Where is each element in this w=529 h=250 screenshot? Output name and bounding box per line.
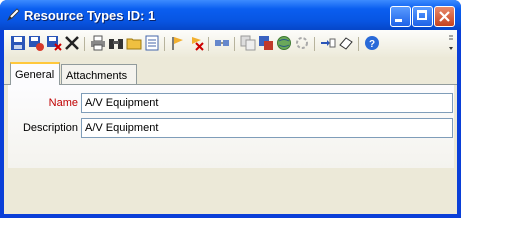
open-folder-icon[interactable] [126,35,142,51]
maximize-icon [417,10,427,20]
delete-icon[interactable] [64,35,80,51]
flag-icon[interactable] [170,35,186,51]
help-icon[interactable]: ? [364,35,380,51]
toolbar-separator [84,37,85,51]
general-panel: Name Description [8,85,454,168]
name-label: Name [48,97,78,109]
tab-attachments[interactable]: Attachments [61,64,137,84]
copy-icon[interactable] [240,35,256,51]
tab-strip: General Attachments [4,62,457,85]
toolbar-separator [208,37,209,51]
toolbar: ? [4,30,457,58]
find-icon[interactable] [108,35,124,51]
pencil-icon [7,8,20,21]
name-field[interactable] [81,93,453,113]
window-title: Resource Types ID: 1 [24,8,156,23]
panel-footer [8,168,454,214]
close-button[interactable] [434,6,455,27]
toolbar-separator [358,37,359,51]
save-close-icon[interactable] [46,35,62,51]
attach-icon[interactable] [338,35,354,51]
list-icon[interactable] [144,35,160,51]
print-icon[interactable] [90,35,106,51]
description-label: Description [22,122,78,134]
globe-icon[interactable] [276,35,292,51]
save-icon[interactable] [10,35,26,51]
window-client-area: ? General Attachments Name Description [4,30,457,214]
toolbar-separator [164,37,165,51]
flag-clear-icon[interactable] [188,35,204,51]
toolbar-separator [314,37,315,51]
tab-general[interactable]: General [10,62,60,85]
minimize-button[interactable] [390,6,411,27]
description-field[interactable] [81,118,453,138]
save-new-icon[interactable] [28,35,44,51]
toolbar-separator [234,37,235,51]
toolbar-overflow-icon[interactable] [448,34,454,54]
dialog-window: Resource Types ID: 1 ? General Attachmen… [0,0,461,218]
link-icon[interactable] [214,35,230,51]
refresh-icon[interactable] [294,35,310,51]
svg-text:?: ? [369,39,375,50]
minimize-icon [395,19,402,22]
maximize-button[interactable] [412,6,433,27]
transfer-icon[interactable] [320,35,336,51]
title-bar[interactable]: Resource Types ID: 1 [0,0,461,30]
close-icon [439,11,450,22]
export-icon[interactable] [258,35,274,51]
